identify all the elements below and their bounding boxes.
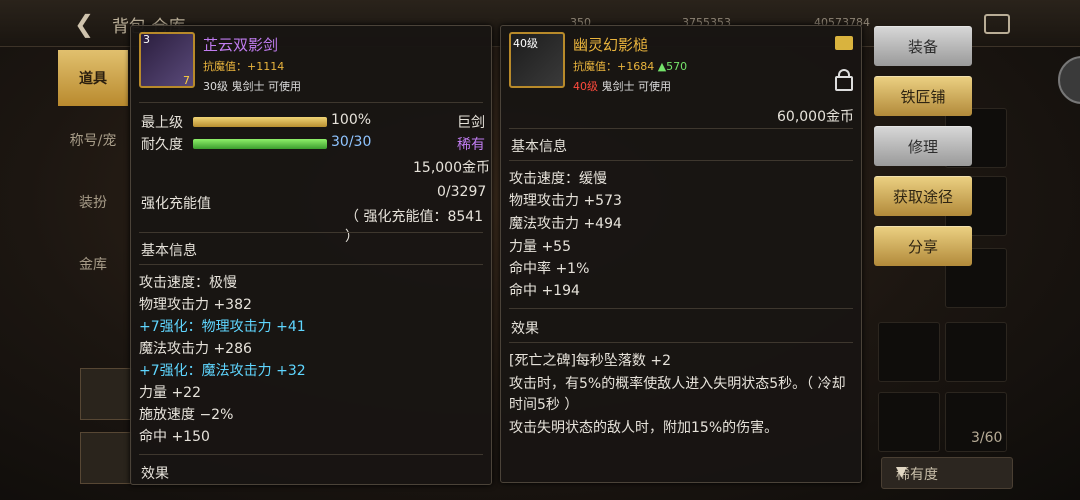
- side-tile-1[interactable]: [80, 368, 132, 420]
- stat-line: 力量 +55: [509, 239, 571, 255]
- stat-line: +7强化：魔法攻击力 +32: [139, 363, 306, 379]
- requirement: 30级 鬼剑士 可使用: [203, 80, 301, 93]
- divider: [139, 264, 483, 265]
- side-tile-2[interactable]: [80, 432, 132, 484]
- equip-button[interactable]: 装备: [874, 26, 972, 66]
- stat-line: 命中 +194: [509, 283, 580, 299]
- price: 15,000金币: [413, 160, 490, 176]
- repair-button[interactable]: 修理: [874, 126, 972, 166]
- effect-line: 时间5秒 ）: [509, 397, 579, 413]
- stat-line: 攻击速度：极慢: [139, 275, 237, 291]
- inventory-count: 3/60: [971, 430, 1003, 446]
- durability-label: 耐久度: [141, 137, 183, 153]
- stat-line: 魔法攻击力 +494: [509, 216, 622, 232]
- nav-vault[interactable]: 金库: [58, 236, 128, 292]
- divider: [509, 308, 853, 309]
- item-name: 幽灵幻影槌: [573, 36, 649, 54]
- nav-items[interactable]: 道具: [58, 50, 128, 106]
- item-name: 芷云双影剑: [203, 36, 279, 54]
- stat-line: 攻击速度：缓慢: [509, 171, 607, 187]
- sort-dropdown[interactable]: 稀有度 ▼: [881, 457, 1013, 489]
- divider: [139, 102, 483, 103]
- basic-info-title: 基本信息: [141, 243, 197, 259]
- divider: [139, 454, 483, 455]
- rarity: 稀有: [457, 137, 485, 153]
- sword-icon: 3 7: [139, 32, 195, 88]
- obtain-source-button[interactable]: 获取途径: [874, 176, 972, 216]
- share-button[interactable]: 分享: [874, 226, 972, 266]
- item-type: 巨剑: [457, 115, 485, 131]
- stat-line: +7强化：物理攻击力 +41: [139, 319, 306, 335]
- effect-line: 攻击失明状态的敌人时，附加15%的伤害。: [509, 420, 779, 436]
- stat-line: 力量 +22: [139, 385, 201, 401]
- chat-icon[interactable]: [984, 14, 1010, 34]
- charge-label: 强化充能值: [141, 196, 211, 212]
- inventory-slot[interactable]: [878, 322, 940, 382]
- item-count-badge: 3: [143, 33, 150, 46]
- stat-line: 命中率 +1%: [509, 261, 590, 277]
- effect-line: 攻击时，有5%的概率使敌人进入失明状态5秒。（ 冷却: [509, 376, 846, 392]
- mace-icon: 40级: [509, 32, 565, 88]
- charge-value: 0/3297: [437, 184, 487, 200]
- effect-line: [死亡之碑]每秒坠落数 +2: [509, 353, 672, 369]
- durability-value: 30/30: [331, 134, 372, 150]
- divider: [509, 128, 853, 129]
- back-arrow-icon[interactable]: ❮: [74, 10, 94, 38]
- max-label: 最上级: [141, 115, 183, 131]
- chevron-down-icon: ▼: [896, 464, 907, 480]
- stat-line: 物理攻击力 +382: [139, 297, 252, 313]
- inventory-slot[interactable]: [878, 392, 940, 452]
- stat-line: 施放速度 −2%: [139, 407, 234, 423]
- stat-line: 物理攻击力 +573: [509, 193, 622, 209]
- requirement: 40级 鬼剑士 可使用: [573, 80, 671, 93]
- basic-info-title: 基本信息: [511, 139, 567, 155]
- left-nav: 道具 称号/宠 装扮 金库: [58, 50, 128, 298]
- durability-bar: [193, 139, 327, 149]
- item-tooltip-1: 3 7 芷云双影剑 抗魔值：+1114 30级 鬼剑士 可使用 最上级 100%…: [130, 25, 492, 485]
- stat-line: 命中 +150: [139, 429, 210, 445]
- max-level-bar: [193, 117, 327, 127]
- level-badge: 40级: [513, 37, 538, 50]
- charge-note: （ 强化充能值：8541 ）: [345, 209, 484, 245]
- divider: [509, 160, 853, 161]
- lock-icon[interactable]: [835, 69, 853, 91]
- blacksmith-button[interactable]: 铁匠铺: [874, 76, 972, 116]
- effect-title: 效果: [511, 321, 539, 337]
- reinforce-badge: 7: [183, 74, 190, 87]
- resist-line: 抗魔值：+1114: [203, 60, 285, 73]
- resist-line: 抗魔值：+1684 ▲570: [573, 60, 688, 73]
- nav-costume[interactable]: 装扮: [58, 174, 128, 230]
- stat-line: 魔法攻击力 +286: [139, 341, 252, 357]
- price: 60,000金币: [777, 109, 854, 125]
- effect-title: 效果: [141, 466, 169, 482]
- max-value: 100%: [331, 112, 372, 128]
- divider: [139, 232, 483, 233]
- inventory-slot[interactable]: [945, 322, 1007, 382]
- share-icon[interactable]: [835, 36, 853, 50]
- nav-title[interactable]: 称号/宠: [58, 112, 128, 168]
- item-tooltip-2: 40级 幽灵幻影槌 抗魔值：+1684 ▲570 40级 鬼剑士 可使用 60,…: [500, 25, 862, 483]
- divider: [509, 342, 853, 343]
